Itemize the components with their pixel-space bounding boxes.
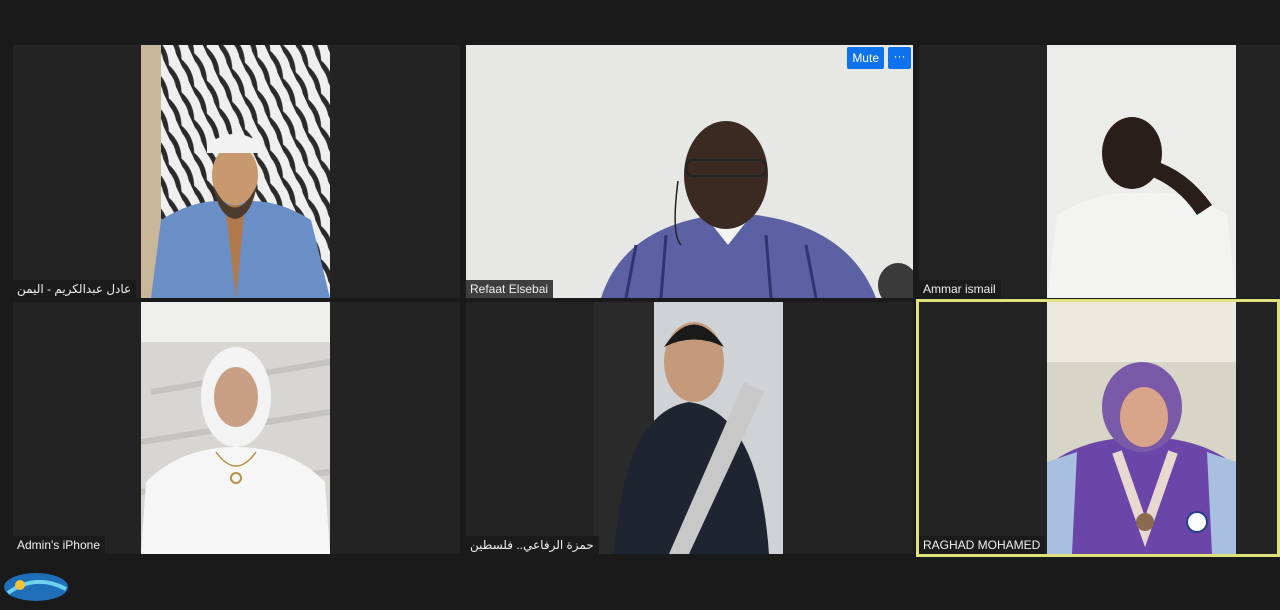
video-tile-hamza[interactable]: حمزة الرفاعي.. فلسطين: [466, 302, 913, 554]
video-tile-refaat[interactable]: Mute ··· Refaat Elsebai: [466, 45, 913, 298]
watermark-logo: [2, 565, 72, 605]
participant-video-image: [594, 302, 783, 554]
participant-video-image: [141, 302, 330, 554]
participant-name: Admin's iPhone: [13, 536, 106, 554]
participant-video-image: [1047, 302, 1236, 554]
participant-name: Refaat Elsebai: [466, 280, 554, 298]
more-options-button[interactable]: ···: [888, 47, 911, 69]
participant-video: [466, 45, 913, 298]
participant-video-image: [1047, 45, 1236, 298]
participant-name: RAGHAD MOHAMED: [919, 536, 1046, 554]
participant-name: عادل عبدالكريم - اليمن: [13, 280, 137, 298]
participant-video: [594, 302, 783, 554]
participant-video: [141, 45, 330, 298]
video-tile-raghad[interactable]: RAGHAD MOHAMED: [916, 299, 1280, 557]
video-tile-adel[interactable]: عادل عبدالكريم - اليمن: [13, 45, 460, 298]
participant-name: Ammar ismail: [919, 280, 1001, 298]
participant-video: [1047, 302, 1236, 554]
video-tile-ammar[interactable]: Ammar ismail: [919, 45, 1280, 298]
participant-name: حمزة الرفاعي.. فلسطين: [466, 536, 599, 554]
participant-video-image: [141, 45, 330, 298]
participant-video: [141, 302, 330, 554]
mute-button[interactable]: Mute: [847, 47, 884, 69]
participant-video-image: [466, 45, 913, 298]
participant-video: [1047, 45, 1236, 298]
video-tile-admin-iphone[interactable]: Admin's iPhone: [13, 302, 460, 554]
